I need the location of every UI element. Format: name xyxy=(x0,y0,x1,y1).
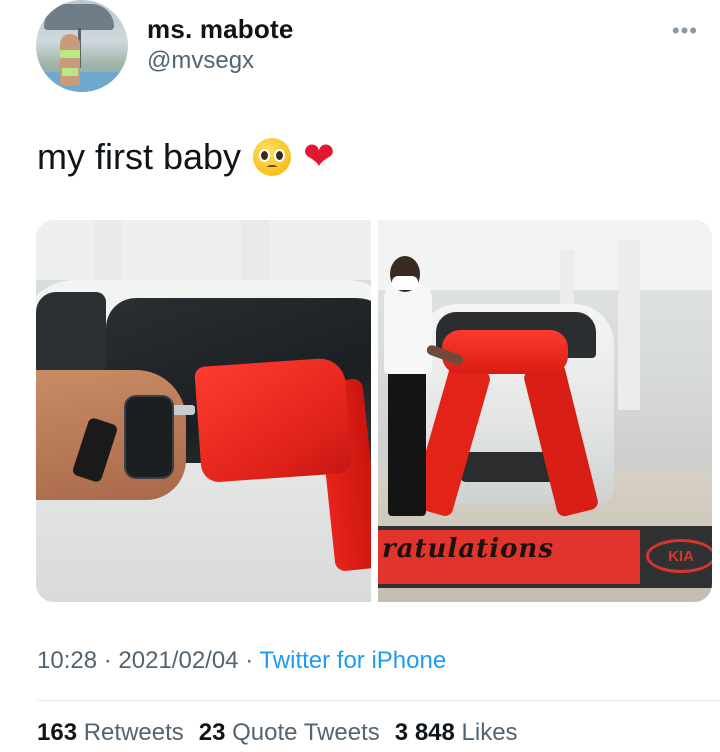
car-key xyxy=(124,395,174,479)
tweet-source-link[interactable]: Twitter for iPhone xyxy=(259,647,446,674)
red-heart-icon: ❤ xyxy=(303,136,335,178)
avatar-umbrella xyxy=(44,4,114,30)
red-bow xyxy=(194,356,352,484)
tweet-date[interactable]: 2021/02/04 xyxy=(118,647,238,674)
display-name[interactable]: ms. mabote xyxy=(147,14,294,45)
tweet-text: my first baby ❤ xyxy=(37,136,335,178)
tweet-detail: ms. mabote @mvsegx ••• my first baby ❤ r… xyxy=(0,0,720,752)
red-bow xyxy=(442,330,568,374)
avatar[interactable] xyxy=(36,0,128,92)
tweet-stats: 163 Retweets 23 Quote Tweets 3 848 Likes xyxy=(37,719,518,747)
user-handle[interactable]: @mvsegx xyxy=(147,47,254,75)
person xyxy=(384,284,432,374)
pleading-face-icon xyxy=(253,138,292,176)
quote-tweets-stat[interactable]: 23 Quote Tweets xyxy=(199,719,380,747)
tweet-photo-1[interactable] xyxy=(36,220,371,602)
retweets-stat[interactable]: 163 Retweets xyxy=(37,719,184,747)
tweet-time[interactable]: 10:28 xyxy=(37,647,97,674)
tweet-meta: 10:28 · 2021/02/04 · Twitter for iPhone xyxy=(37,647,447,674)
mat-text: ratulations xyxy=(382,534,554,564)
divider xyxy=(37,700,720,701)
likes-stat[interactable]: 3 848 Likes xyxy=(395,719,518,747)
kia-logo: KIA xyxy=(646,539,712,573)
face-mask xyxy=(392,276,418,290)
more-options-icon[interactable]: ••• xyxy=(672,18,698,44)
tweet-photo-2[interactable]: ratulations KIA xyxy=(378,220,712,602)
tweet-text-body: my first baby xyxy=(37,136,242,177)
